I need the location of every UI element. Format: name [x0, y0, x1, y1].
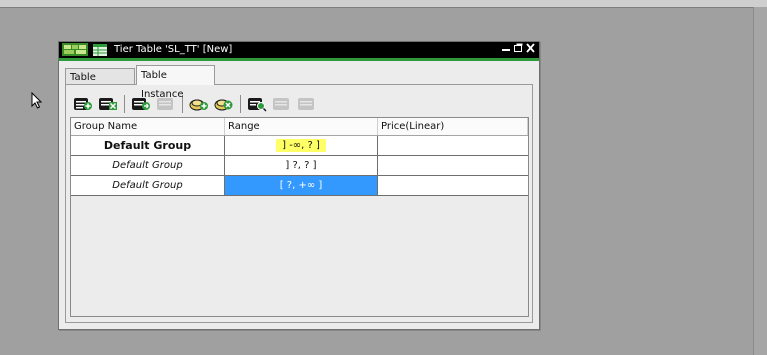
find-icon: [248, 98, 267, 112]
group-name-cell[interactable]: Default Group: [71, 156, 225, 175]
title-accent-line: [59, 58, 539, 61]
range-value: ] ?, ? ]: [285, 160, 317, 171]
range-cell[interactable]: ] -∞, ? ]: [225, 136, 378, 155]
app-logo-icon: [62, 43, 88, 56]
delete-row-button[interactable]: [97, 95, 119, 113]
table-body: Default Group ] -∞, ? ] Default Group ] …: [71, 136, 528, 196]
tier-table[interactable]: Group Name Range Price(Linear) Default G…: [70, 117, 529, 317]
group-name-cell[interactable]: Default Group: [71, 136, 225, 155]
column-header-price[interactable]: Price(Linear): [378, 118, 528, 135]
restore-icon[interactable]: [514, 43, 523, 53]
table-icon: [93, 44, 107, 56]
desktop-top-edge: [0, 0, 767, 8]
toolbar: [72, 94, 321, 114]
add-group-icon: [189, 99, 208, 111]
toolbar-separator: [240, 95, 241, 113]
table-header: Group Name Range Price(Linear): [71, 118, 528, 136]
row-action-button-disabled[interactable]: [271, 95, 293, 113]
add-row-icon: [74, 98, 92, 110]
table-row[interactable]: Default Group ] ?, ? ]: [71, 156, 528, 176]
range-cell[interactable]: ] ?, ? ]: [225, 156, 378, 175]
close-icon[interactable]: [526, 43, 535, 53]
delete-group-button[interactable]: [213, 95, 235, 113]
add-group-button[interactable]: [188, 95, 210, 113]
table-instance-panel: Group Name Range Price(Linear) Default G…: [65, 84, 533, 323]
row-disabled-icon: [298, 98, 314, 110]
table-row[interactable]: Default Group [ ?, +∞ ]: [71, 176, 528, 196]
mouse-cursor-icon: [31, 92, 42, 109]
range-value: ] -∞, ? ]: [276, 139, 326, 152]
minimize-icon[interactable]: [502, 43, 511, 53]
table-row[interactable]: Default Group ] -∞, ? ]: [71, 136, 528, 156]
delete-row-icon: [99, 98, 117, 110]
toolbar-separator: [124, 95, 125, 113]
window-title: Tier Table 'SL_TT' [New]: [114, 44, 233, 55]
range-value: [ ?, +∞ ]: [279, 180, 323, 191]
price-cell[interactable]: [378, 136, 528, 155]
range-cell-selected[interactable]: [ ?, +∞ ]: [225, 176, 378, 195]
price-cell[interactable]: [378, 176, 528, 195]
column-header-range[interactable]: Range: [225, 118, 378, 135]
add-row-button[interactable]: [72, 95, 94, 113]
price-cell[interactable]: [378, 156, 528, 175]
desktop-right-edge: [753, 7, 767, 355]
delete-group-icon: [214, 99, 233, 111]
column-header-group-name[interactable]: Group Name: [71, 118, 225, 135]
group-name-cell[interactable]: Default Group: [71, 176, 225, 195]
tab-table-instance[interactable]: Table Instance: [136, 65, 215, 100]
tab-table-schema[interactable]: Table Schema: [65, 68, 135, 100]
row-disabled-icon: [273, 98, 289, 110]
tier-table-window[interactable]: Tier Table 'SL_TT' [New] Table Schema Ta…: [58, 41, 540, 330]
title-bar[interactable]: Tier Table 'SL_TT' [New]: [59, 42, 539, 58]
find-button[interactable]: [246, 95, 268, 113]
row-action-button-disabled[interactable]: [296, 95, 318, 113]
